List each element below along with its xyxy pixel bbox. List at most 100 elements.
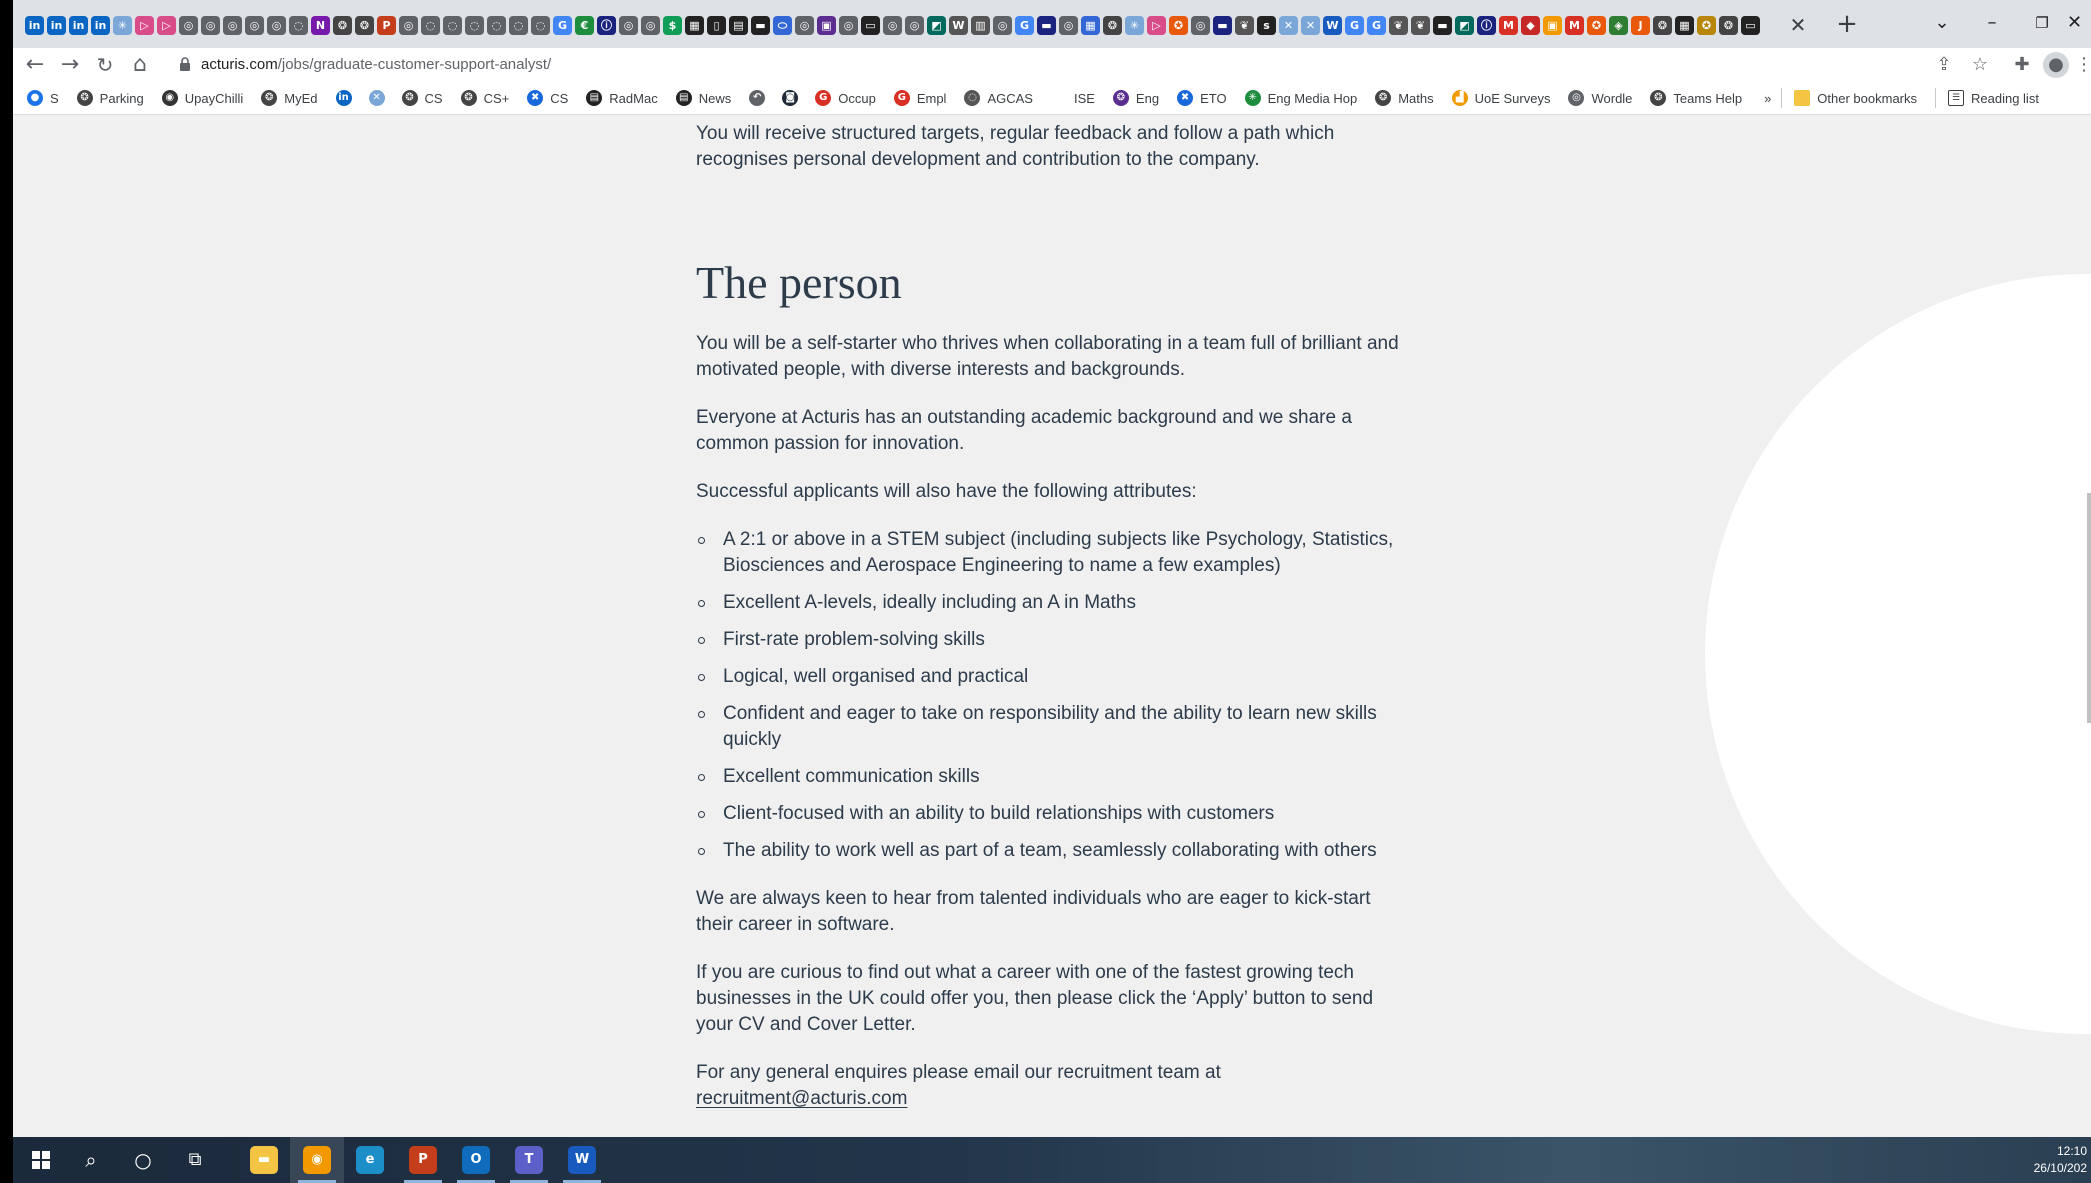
network-icon[interactable]: ✕: [1279, 15, 1298, 35]
bookmark-item[interactable]: G Occup: [815, 86, 876, 110]
teal-icon[interactable]: ◩: [1455, 15, 1474, 35]
green-icon[interactable]: ◈: [1609, 15, 1628, 35]
bookmarks-overflow-button[interactable]: »: [1764, 86, 1771, 110]
orange-icon[interactable]: ✪: [1169, 15, 1188, 35]
red-cube-icon[interactable]: ◆: [1521, 15, 1540, 35]
globe-icon[interactable]: ◎: [905, 15, 924, 35]
forward-arrow-icon[interactable]: →: [55, 50, 85, 80]
bookmark-item[interactable]: ✳ Eng Media Hop: [1244, 86, 1357, 110]
calendar-icon[interactable]: ▥: [971, 15, 990, 35]
bookmark-item[interactable]: ❂ CS: [401, 86, 443, 110]
loading-icon[interactable]: ◌: [289, 15, 308, 35]
shell-icon[interactable]: ❦: [1235, 15, 1254, 35]
linkedin-icon[interactable]: in: [69, 15, 88, 35]
loading-icon[interactable]: ◌: [421, 15, 440, 35]
globe-icon[interactable]: ◎: [223, 15, 242, 35]
globe-icon[interactable]: ◎: [201, 15, 220, 35]
globe-icon[interactable]: ◎: [641, 15, 660, 35]
reading-list-button[interactable]: ☰ Reading list: [1948, 86, 2039, 110]
restore-button[interactable]: ❐: [2022, 7, 2062, 39]
bookmark-star-icon[interactable]: ☆: [1967, 52, 1993, 78]
teal-icon[interactable]: ◩: [927, 15, 946, 35]
orange-j-icon[interactable]: J: [1631, 15, 1650, 35]
linkedin-icon[interactable]: in: [25, 15, 44, 35]
bookmark-item[interactable]: ✖ ETO: [1177, 86, 1227, 110]
cog-icon[interactable]: ❂: [1719, 15, 1738, 35]
task-view-icon[interactable]: ⧉: [179, 1144, 211, 1176]
new-tab-button[interactable]: +: [1831, 9, 1863, 41]
reload-icon[interactable]: ↻: [90, 50, 120, 80]
loading-icon[interactable]: ◌: [509, 15, 528, 35]
loading-icon[interactable]: ◌: [531, 15, 550, 35]
keyboard-icon[interactable]: ▭: [1741, 15, 1760, 35]
oval-icon[interactable]: ⬭: [773, 15, 792, 35]
dash-icon[interactable]: ▭: [861, 15, 880, 35]
globe-icon[interactable]: ◎: [179, 15, 198, 35]
linkedin-icon[interactable]: in: [91, 15, 110, 35]
windows-start-icon[interactable]: [25, 1144, 57, 1176]
globe-icon[interactable]: ◎: [1191, 15, 1210, 35]
bookmark-item[interactable]: ● S: [27, 86, 59, 110]
close-tab-icon[interactable]: ✕: [1783, 10, 1813, 40]
menu-kebab-icon[interactable]: ⋮: [2075, 52, 2091, 78]
play-icon[interactable]: ▷: [135, 15, 154, 35]
globe-icon[interactable]: ◎: [1059, 15, 1078, 35]
globe-icon[interactable]: ◎: [267, 15, 286, 35]
info-icon[interactable]: ⓘ: [1477, 15, 1496, 35]
cog-icon[interactable]: ❂: [333, 15, 352, 35]
gmail-icon[interactable]: M: [1565, 15, 1584, 35]
close-window-button[interactable]: ✕: [2067, 7, 2091, 39]
globe-icon[interactable]: ◎: [795, 15, 814, 35]
bookmark-item[interactable]: ❂ Teams Help: [1650, 86, 1742, 110]
bookmark-item[interactable]: ❂ CS+: [460, 86, 509, 110]
box-icon[interactable]: ▤: [729, 15, 748, 35]
home-icon[interactable]: ⌂: [125, 50, 155, 80]
cog-icon[interactable]: ❂: [1653, 15, 1672, 35]
chrome-taskbar-button[interactable]: ◉: [290, 1137, 344, 1183]
bookmark-item[interactable]: ▟ UoE Surveys: [1451, 86, 1550, 110]
bookmark-item[interactable]: ◙: [782, 86, 805, 110]
bookmark-item[interactable]: ❂ Maths: [1375, 86, 1434, 110]
grid-icon[interactable]: ▦: [1675, 15, 1694, 35]
shell-icon[interactable]: ❦: [1389, 15, 1408, 35]
globe-icon[interactable]: ◎: [883, 15, 902, 35]
leaf-icon[interactable]: €: [575, 15, 594, 35]
bookmark-item[interactable]: ▤ News: [675, 86, 731, 110]
network-icon[interactable]: ✕: [1301, 15, 1320, 35]
bookmark-item[interactable]: ❂ Eng: [1112, 86, 1159, 110]
recruitment-email-link[interactable]: recruitment@acturis.com: [696, 1088, 907, 1109]
loading-icon[interactable]: ◌: [487, 15, 506, 35]
bookmark-item[interactable]: ◉ UpayChilli: [161, 86, 243, 110]
globe-icon[interactable]: ◎: [839, 15, 858, 35]
shell-icon[interactable]: ❦: [1411, 15, 1430, 35]
tab-search-icon[interactable]: ⌄: [1922, 7, 1962, 39]
loading-icon[interactable]: ◌: [465, 15, 484, 35]
grid-icon[interactable]: ▦: [685, 15, 704, 35]
search-icon[interactable]: ⌕: [75, 1144, 107, 1176]
cog-icon[interactable]: ❂: [1103, 15, 1122, 35]
bookmark-item[interactable]: ❂ Parking: [76, 86, 144, 110]
gmail-icon[interactable]: M: [1499, 15, 1518, 35]
google-icon[interactable]: G: [1345, 15, 1364, 35]
edge-taskbar-button[interactable]: e: [343, 1137, 397, 1183]
powerpoint-taskbar-button[interactable]: P: [396, 1137, 450, 1183]
onenote-icon[interactable]: N: [311, 15, 330, 35]
teams-taskbar-button[interactable]: T: [502, 1137, 556, 1183]
loading-icon[interactable]: ◌: [443, 15, 462, 35]
outlook-taskbar-button[interactable]: O: [449, 1137, 503, 1183]
linkedin-icon[interactable]: in: [47, 15, 66, 35]
globe-icon[interactable]: ◎: [245, 15, 264, 35]
purple-square-icon[interactable]: ▣: [817, 15, 836, 35]
back-arrow-icon[interactable]: ←: [20, 50, 50, 80]
file-explorer-taskbar-button[interactable]: ▬: [237, 1137, 291, 1183]
bookmark-item[interactable]: G Empl: [893, 86, 946, 110]
word-icon[interactable]: W: [1323, 15, 1342, 35]
bookmark-item[interactable]: ▤ RadMac: [586, 86, 658, 110]
phone-icon[interactable]: ▯: [707, 15, 726, 35]
scrollbar-thumb[interactable]: [2087, 493, 2091, 723]
bookmark-item[interactable]: ❂ MyEd: [261, 86, 318, 110]
dollar-icon[interactable]: $: [663, 15, 682, 35]
google-icon[interactable]: G: [1015, 15, 1034, 35]
page-viewport[interactable]: You will receive structured targets, reg…: [13, 116, 2091, 1137]
bookmark-item[interactable]: ◌ AGCAS: [964, 86, 1033, 110]
